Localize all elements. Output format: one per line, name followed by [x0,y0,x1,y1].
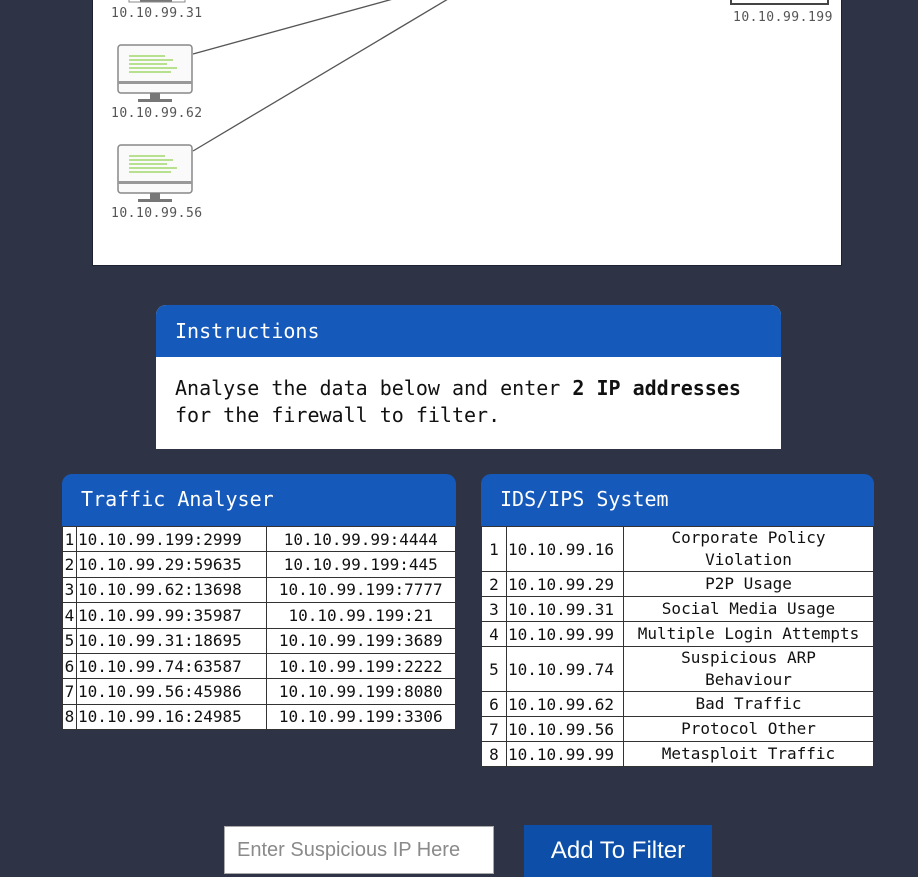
host-ip-label: 10.10.99.31 [111,6,203,21]
network-connections [117,0,829,202]
table-row: 7 10.10.99.56 Protocol Other [481,716,874,742]
destination-address: 10.10.99.99:4444 [265,525,456,553]
row-number: 8 [481,741,507,767]
alert-ip: 10.10.99.74 [506,646,624,692]
traffic-table: 1 10.10.99.199:2999 10.10.99.99:4444 2 10.1… [62,525,456,731]
table-row: 1 10.10.99.16 Corporate Policy Violation [481,526,874,572]
server-ip-label: 10.10.99.199 [733,10,833,25]
source-address: 10.10.99.31:18695 [76,627,267,654]
alert-ip: 10.10.99.99 [506,741,624,767]
ids-ips-title: IDS/IPS System [481,474,874,526]
table-row: 6 10.10.99.62 Bad Traffic [481,691,874,717]
source-address: 10.10.99.56:45986 [76,678,267,705]
instructions-text: Analyse the data below and enter 2 IP ad… [156,357,781,429]
source-address: 10.10.99.99:35987 [76,602,267,629]
source-address: 10.10.99.29:59635 [76,551,267,578]
alert-description: Metasploit Traffic [623,741,874,767]
connection-line [192,0,448,152]
destination-address: 10.10.99.199:445 [265,551,456,578]
alert-description: Corporate Policy Violation [623,526,874,572]
traffic-analyser-title: Traffic Analyser [62,474,456,526]
row-number: 3 [62,576,77,604]
row-number: 4 [481,621,507,647]
row-number: 1 [481,526,507,572]
row-number: 6 [481,691,507,717]
row-number: 6 [62,652,77,680]
alert-description: Protocol Other [623,716,874,742]
alert-ip: 10.10.99.62 [506,691,624,717]
destination-address: 10.10.99.199:3689 [265,627,456,654]
table-row: 5 10.10.99.31:18695 10.10.99.199:3689 [62,627,456,654]
row-number: 4 [62,602,77,629]
table-row: 8 10.10.99.99 Metasploit Traffic [481,741,874,767]
table-row: 2 10.10.99.29 P2P Usage [481,571,874,597]
ids-ips-panel: IDS/IPS System 1 10.10.99.16 Corporate Pol… [481,474,874,767]
host-ip-label: 10.10.99.62 [111,106,203,121]
destination-address: 10.10.99.199:2222 [265,652,456,680]
alert-ip: 10.10.99.99 [506,621,624,647]
ids-table: 1 10.10.99.16 Corporate Policy Violation 2… [481,526,874,767]
row-number: 7 [62,678,77,705]
alert-description: Social Media Usage [623,596,874,622]
alert-description: P2P Usage [623,571,874,597]
network-diagram: 10.10.99.31 10.10.99.62 10.10.99.56 10.1… [92,0,842,266]
table-row: 1 10.10.99.199:2999 10.10.99.99:4444 [62,525,456,553]
instructions-panel: Instructions Analyse the data below and … [156,305,781,449]
connection-line [192,0,392,55]
destination-address: 10.10.99.199:8080 [265,678,456,705]
instructions-text-part: for the firewall to filter. [175,403,501,427]
table-row: 5 10.10.99.74 Suspicious ARP Behaviour [481,646,874,692]
instructions-text-bold: 2 IP addresses [572,376,741,400]
table-row: 8 10.10.99.16:24985 10.10.99.199:3306 [62,703,456,731]
row-number: 5 [481,646,507,692]
alert-ip: 10.10.99.31 [506,596,624,622]
alert-description: Suspicious ARP Behaviour [623,646,874,692]
source-address: 10.10.99.16:24985 [76,703,267,731]
computer-icon [117,144,193,202]
suspicious-ip-input[interactable] [224,826,494,874]
table-row: 7 10.10.99.56:45986 10.10.99.199:8080 [62,678,456,705]
computer-icon [117,44,193,102]
row-number: 8 [62,703,77,731]
destination-address: 10.10.99.199:21 [265,602,456,629]
source-address: 10.10.99.74:63587 [76,652,267,680]
alert-ip: 10.10.99.56 [506,716,624,742]
destination-address: 10.10.99.199:7777 [265,576,456,604]
alert-description: Bad Traffic [623,691,874,717]
row-number: 3 [481,596,507,622]
row-number: 2 [481,571,507,597]
table-row: 3 10.10.99.31 Social Media Usage [481,596,874,622]
table-row: 6 10.10.99.74:63587 10.10.99.199:2222 [62,652,456,680]
alert-description: Multiple Login Attempts [623,621,874,647]
instructions-text-part: Analyse the data below and enter [175,376,573,400]
server-icon [730,0,829,5]
add-to-filter-button[interactable]: Add To Filter [524,825,712,877]
traffic-analyser-panel: Traffic Analyser 1 10.10.99.199:2999 10.10… [62,474,456,731]
row-number: 1 [62,525,77,553]
source-address: 10.10.99.62:13698 [76,576,267,604]
host-ip-label: 10.10.99.56 [111,206,203,221]
source-address: 10.10.99.199:2999 [76,525,267,553]
table-row: 4 10.10.99.99 Multiple Login Attempts [481,621,874,647]
row-number: 7 [481,716,507,742]
destination-address: 10.10.99.199:3306 [265,703,456,731]
row-number: 2 [62,551,77,578]
table-row: 2 10.10.99.29:59635 10.10.99.199:445 [62,551,456,578]
row-number: 5 [62,627,77,654]
table-row: 4 10.10.99.99:35987 10.10.99.199:21 [62,602,456,629]
table-row: 3 10.10.99.62:13698 10.10.99.199:7777 [62,576,456,604]
alert-ip: 10.10.99.16 [506,526,624,572]
computer-icon [128,0,186,3]
instructions-title: Instructions [156,305,781,357]
alert-ip: 10.10.99.29 [506,571,624,597]
